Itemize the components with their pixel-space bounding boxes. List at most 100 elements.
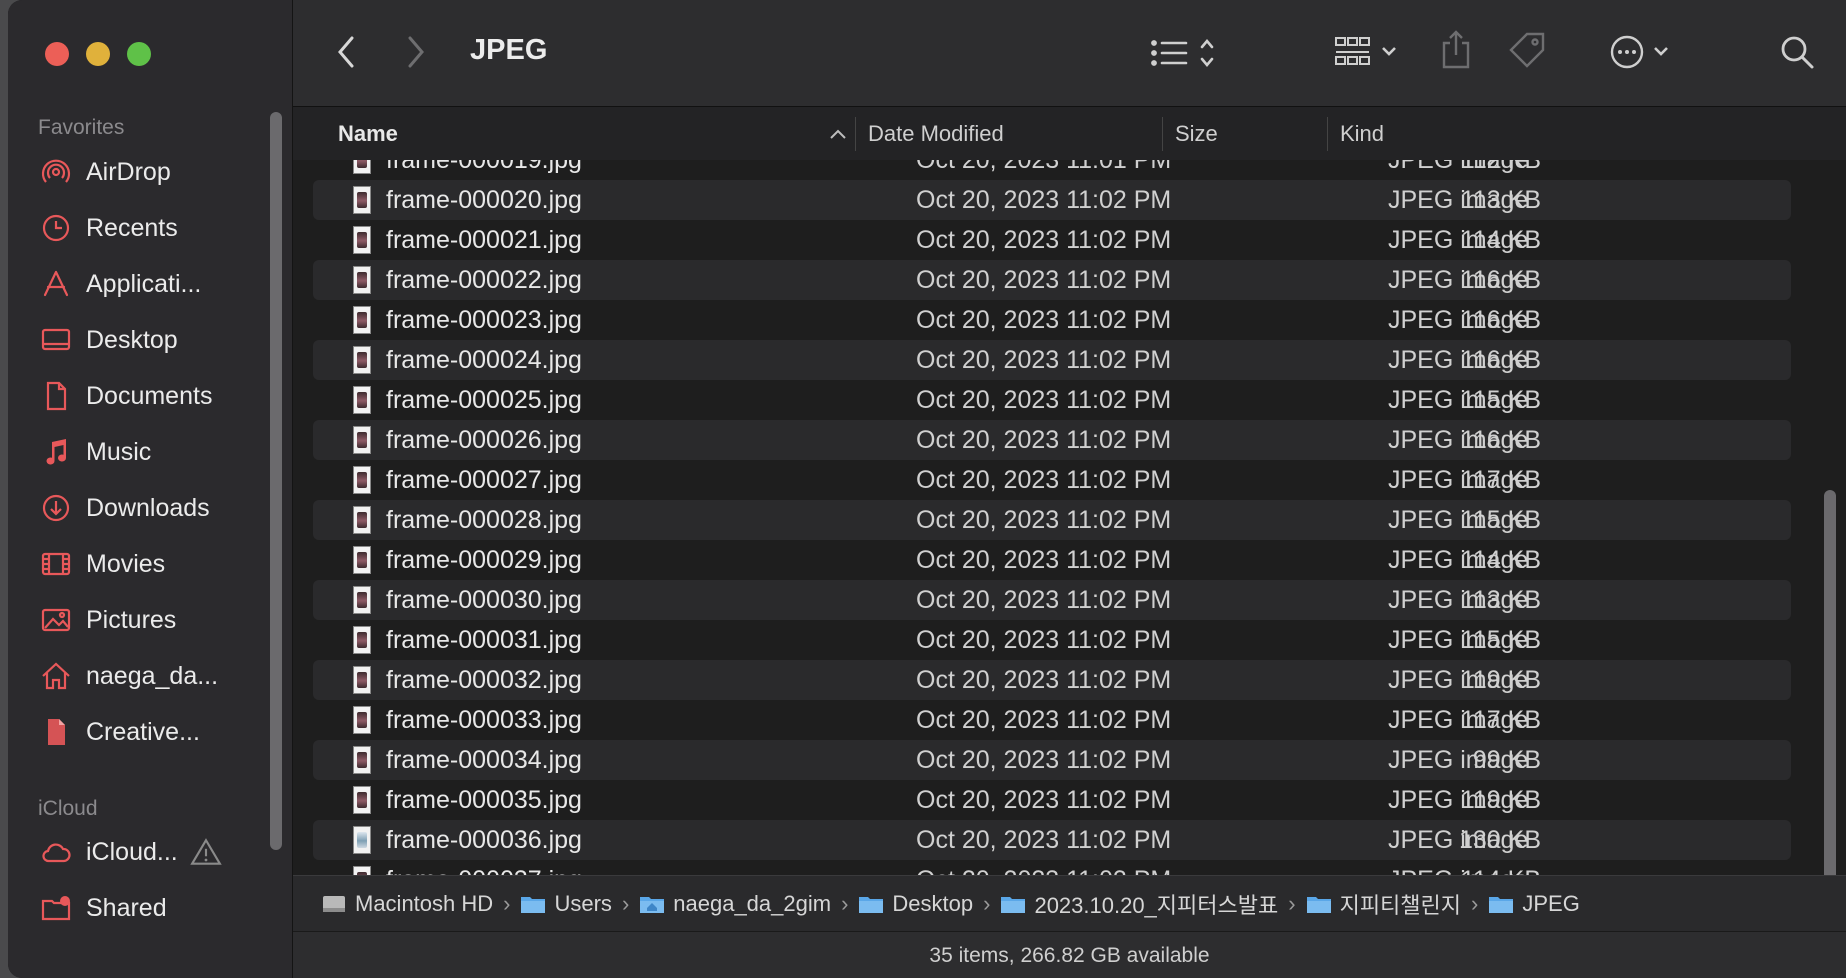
sort-ascending-icon[interactable]	[829, 127, 847, 141]
column-name[interactable]: Name	[338, 121, 398, 147]
search-button[interactable]	[1777, 32, 1817, 72]
action-button[interactable]	[1609, 32, 1673, 72]
file-kind: JPEG image	[1388, 506, 1529, 534]
column-divider[interactable]	[1327, 117, 1328, 151]
back-button[interactable]	[329, 32, 363, 72]
path-item[interactable]: 지피티챌린지	[1306, 888, 1461, 920]
file-kind: JPEG image	[1388, 626, 1529, 654]
file-row[interactable]: frame-000032.jpg Oct 20, 2023 11:02 PM 119…	[313, 660, 1791, 700]
path-item[interactable]: Desktop	[858, 891, 973, 917]
finder-window: Favorites AirDrop Recents Applicati... Desk…	[8, 0, 1846, 978]
disk-icon	[323, 896, 345, 912]
sidebar-item-pictures[interactable]: Pictures	[8, 592, 268, 648]
forward-button[interactable]	[399, 32, 433, 72]
sidebar-item-label: Desktop	[86, 325, 178, 354]
list-scrollbar[interactable]	[1824, 490, 1836, 875]
path-item-label: 2023.10.20_지피터스발표	[1034, 893, 1279, 918]
file-kind: JPEG image	[1388, 226, 1529, 254]
sidebar-scrollbar[interactable]	[270, 112, 282, 850]
sidebar-item-creative[interactable]: Creative...	[8, 704, 268, 760]
path-item[interactable]: JPEG	[1488, 891, 1580, 917]
warning-icon[interactable]	[189, 836, 222, 868]
file-date-modified: Oct 20, 2023 11:02 PM	[916, 786, 1172, 814]
file-row[interactable]: frame-000037.jpgOct 20, 2023 11:02 PM114…	[313, 860, 1791, 875]
file-row[interactable]: frame-000028.jpg Oct 20, 2023 11:02 PM 115…	[313, 500, 1791, 540]
file-kind: JPEG image	[1388, 666, 1529, 694]
close-button[interactable]	[45, 42, 69, 66]
file-row[interactable]: frame-000025.jpg Oct 20, 2023 11:02 PM 115…	[313, 380, 1791, 420]
sidebar-item-icloud[interactable]: iCloud...	[8, 824, 268, 880]
zoom-button[interactable]	[127, 42, 151, 66]
file-row[interactable]: frame-000026.jpg Oct 20, 2023 11:02 PM 116…	[313, 420, 1791, 460]
icloud-list: iCloud... Shared	[8, 824, 268, 936]
document-icon	[46, 381, 67, 411]
sidebar-item-naega-da[interactable]: naega_da...	[8, 648, 268, 704]
file-name: frame-000029.jpg	[386, 546, 582, 574]
file-name: frame-000037.jpg	[386, 866, 582, 875]
jpeg-thumbnail-icon	[353, 266, 371, 294]
sidebar-item-label: Music	[86, 437, 152, 466]
sidebar-item-downloads[interactable]: Downloads	[8, 480, 268, 536]
column-date-modified[interactable]: Date Modified	[868, 121, 1004, 147]
jpeg-thumbnail-icon	[353, 746, 371, 774]
column-kind[interactable]: Kind	[1340, 121, 1384, 147]
tag-button[interactable]	[1507, 30, 1547, 70]
sidebar-item-movies[interactable]: Movies	[8, 536, 268, 592]
column-divider[interactable]	[855, 117, 856, 151]
sidebar-item-shared[interactable]: Shared	[8, 880, 268, 936]
file-row[interactable]: frame-000027.jpg Oct 20, 2023 11:02 PM 117…	[313, 460, 1791, 500]
file-row[interactable]: frame-000023.jpg Oct 20, 2023 11:02 PM 116…	[313, 300, 1791, 340]
file-row[interactable]: frame-000019.jpg Oct 20, 2023 11:01 PM 112…	[313, 160, 1791, 180]
path-separator-icon: ›	[1471, 891, 1479, 916]
sidebar-item-desktop[interactable]: Desktop	[8, 312, 268, 368]
file-row[interactable]: frame-000031.jpg Oct 20, 2023 11:02 PM 115…	[313, 620, 1791, 660]
tag-icon	[1509, 32, 1545, 68]
file-row[interactable]: frame-000030.jpg Oct 20, 2023 11:02 PM 113…	[313, 580, 1791, 620]
sidebar-item-documents[interactable]: Documents	[8, 368, 268, 424]
jpeg-thumbnail-icon	[353, 626, 371, 654]
file-row[interactable]: frame-000034.jpg Oct 20, 2023 11:02 PM 99 …	[313, 740, 1791, 780]
path-item-label: 지피티챌린지	[1339, 893, 1462, 918]
view-options-button[interactable]	[1149, 34, 1221, 72]
file-row[interactable]: frame-000021.jpg Oct 20, 2023 11:02 PM 114…	[313, 220, 1791, 260]
jpeg-thumbnail-icon	[353, 466, 371, 494]
file-row[interactable]: frame-000024.jpg Oct 20, 2023 11:02 PM 116…	[313, 340, 1791, 380]
sidebar-item-music[interactable]: Music	[8, 424, 268, 480]
sidebar-item-airdrop[interactable]: AirDrop	[8, 144, 268, 200]
path-item[interactable]: Macintosh HD	[321, 891, 493, 917]
sidebar-item-recents[interactable]: Recents	[8, 200, 268, 256]
grid-group-icon	[1335, 37, 1396, 65]
path-item[interactable]: Users	[520, 891, 612, 917]
file-name: frame-000027.jpg	[386, 466, 582, 494]
file-date-modified: Oct 20, 2023 11:02 PM	[916, 506, 1172, 534]
file-row[interactable]: frame-000036.jpg Oct 20, 2023 11:02 PM 130…	[313, 820, 1791, 860]
group-button[interactable]	[1333, 32, 1407, 72]
column-size[interactable]: Size	[1175, 121, 1218, 147]
path-item[interactable]: naega_da_2gim	[639, 891, 831, 917]
file-row[interactable]: frame-000022.jpg Oct 20, 2023 11:02 PM 116…	[313, 260, 1791, 300]
download-icon	[42, 494, 70, 522]
file-kind: JPEG image	[1388, 426, 1529, 454]
file-row[interactable]: frame-000035.jpg Oct 20, 2023 11:02 PM 119…	[313, 780, 1791, 820]
path-separator-icon: ›	[983, 891, 991, 916]
music-icon	[46, 439, 67, 465]
file-kind: JPEG image	[1388, 706, 1529, 734]
column-divider[interactable]	[1162, 117, 1163, 151]
file-date-modified: Oct 20, 2023 11:02 PM	[916, 866, 1171, 875]
minimize-button[interactable]	[86, 42, 110, 66]
file-name: frame-000026.jpg	[386, 426, 582, 454]
file-kind: JPEG image	[1388, 466, 1529, 494]
file-row[interactable]: frame-000033.jpg Oct 20, 2023 11:02 PM 117…	[313, 700, 1791, 740]
file-row[interactable]: frame-000020.jpg Oct 20, 2023 11:02 PM 113…	[313, 180, 1791, 220]
status-bar: 35 items, 266.82 GB available	[293, 931, 1846, 978]
path-item[interactable]: 2023.10.20_지피터스발표	[1000, 888, 1278, 920]
icloud-heading: iCloud	[38, 797, 98, 820]
sidebar-item-label: iCloud...	[86, 837, 178, 866]
share-button[interactable]	[1439, 28, 1473, 72]
sidebar-item-applicati[interactable]: Applicati...	[8, 256, 268, 312]
airdrop-icon	[41, 159, 71, 183]
jpeg-thumbnail-icon	[353, 346, 371, 374]
file-row[interactable]: frame-000029.jpg Oct 20, 2023 11:02 PM 114…	[313, 540, 1791, 580]
file-name: frame-000025.jpg	[386, 386, 582, 414]
favorites-list: AirDrop Recents Applicati... Desktop Documen…	[8, 144, 268, 760]
